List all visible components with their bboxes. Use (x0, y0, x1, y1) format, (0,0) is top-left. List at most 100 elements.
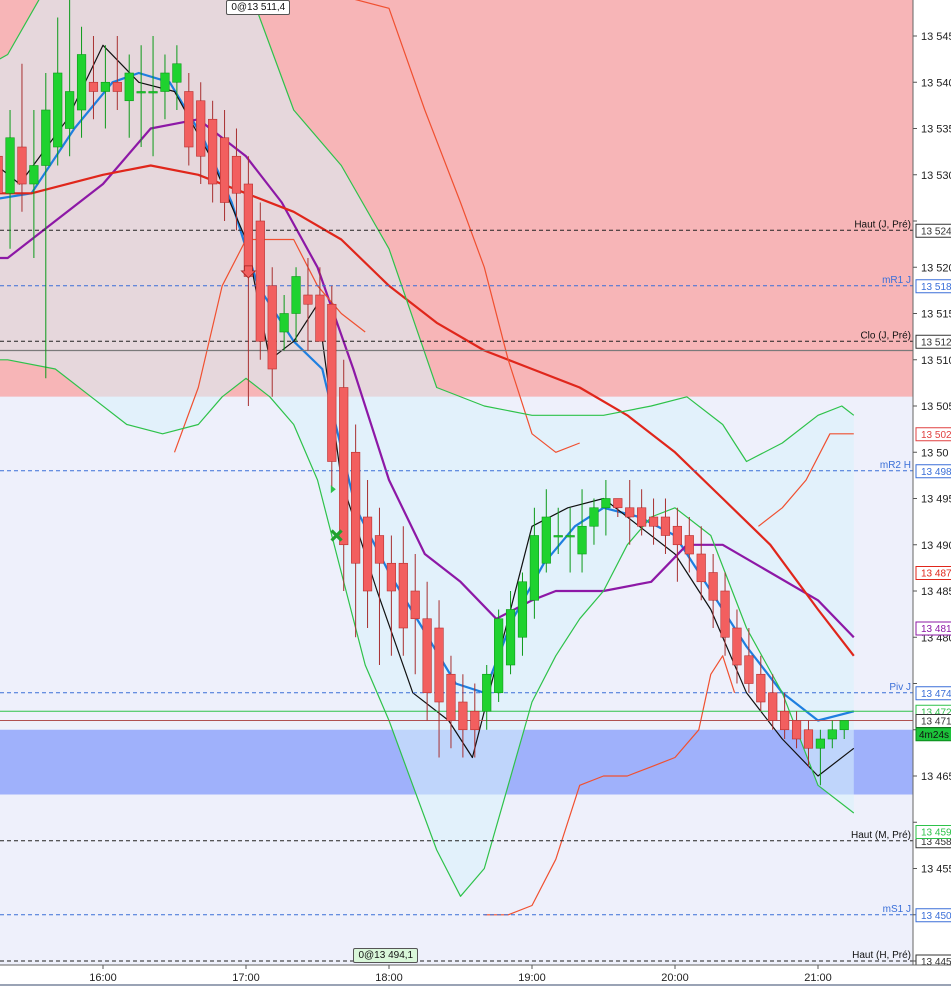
candle-body (732, 627, 742, 666)
candle-body (219, 137, 230, 203)
level-label-7: Piv J (889, 682, 911, 693)
x-tick-label: 19:00 (518, 972, 546, 984)
candle-body (684, 535, 694, 555)
candle-body (208, 118, 218, 185)
candle-body (303, 294, 313, 305)
candle-body (148, 91, 158, 94)
candle-body (541, 516, 551, 564)
price-tag-text: 13 502 (921, 430, 951, 441)
candle-body (815, 738, 825, 749)
y-tick-label: 13 465 (921, 771, 951, 783)
candle-body (613, 498, 623, 509)
y-tick-label: 13 530 (921, 170, 951, 182)
candle-body (803, 729, 814, 749)
candle-body (136, 91, 146, 94)
candle-body (53, 72, 63, 148)
order-annotation-top: 0@13 511,4 (226, 0, 291, 15)
y-tick-label: 13 495 (921, 494, 951, 506)
y-tick-label: 13 545 (921, 31, 951, 43)
price-tag-text: 13 518 (921, 282, 951, 293)
candle-body (112, 81, 122, 92)
candle-body (720, 590, 730, 638)
level-label-13: Haut (H, Pré) (852, 950, 911, 961)
x-tick-label: 21:00 (804, 972, 832, 984)
price-tag-text: 13 481 (921, 624, 951, 635)
candle-body (660, 516, 671, 536)
candle-body (100, 81, 110, 92)
candle-body (708, 572, 718, 601)
y-tick-label: 13 485 (921, 586, 951, 598)
candle-body (422, 618, 432, 694)
candle-body (351, 451, 361, 564)
candle-body (243, 183, 253, 277)
candle-body (791, 720, 802, 740)
y-tick-label: 13 50 (921, 447, 949, 459)
candle-body (601, 498, 611, 509)
candle-body (565, 535, 575, 538)
level-label-1: mR1 J (882, 275, 911, 286)
candle-body (553, 535, 563, 538)
candle-body (124, 72, 134, 102)
price-tag-text: 13 474 (921, 689, 951, 700)
candle-body (184, 91, 194, 148)
candle-body (315, 294, 325, 342)
candle-body (362, 516, 373, 592)
candle-body (517, 581, 528, 638)
candle-body (696, 553, 706, 583)
candle-body (172, 63, 182, 83)
candle-body (231, 155, 242, 194)
candle-body (386, 562, 396, 592)
candle-body (17, 146, 27, 185)
candle-body (410, 590, 420, 620)
candle-body (494, 618, 504, 694)
candle-body (577, 525, 587, 555)
candle-body (434, 627, 444, 703)
y-tick-label: 13 490 (921, 540, 951, 552)
y-tick-label: 13 540 (921, 77, 951, 89)
candle-body (637, 507, 647, 527)
level-label-2: Clo (J, Pré) (860, 330, 911, 341)
candle-body (768, 692, 778, 721)
candle-body (65, 91, 75, 129)
candle-body (291, 276, 301, 314)
x-tick-label: 20:00 (661, 972, 689, 984)
y-tick-label: 13 535 (921, 124, 951, 136)
candle-body (458, 701, 468, 731)
candle-body (446, 673, 456, 721)
candle-body (505, 609, 516, 666)
candle[interactable] (327, 285, 337, 490)
level-label-10: Haut (M, Pré) (851, 830, 911, 841)
y-tick-label: 13 520 (921, 262, 951, 274)
candle-body (374, 535, 385, 564)
candle[interactable] (255, 202, 265, 360)
x-tick-label: 17:00 (232, 972, 260, 984)
candle-body (88, 81, 99, 92)
candle[interactable] (494, 609, 504, 703)
y-tick-label: 13 510 (921, 355, 951, 367)
price-chart[interactable]: Haut (J, Pré) mR1 J Clo (J, Pré) mR2 H Piv J… (0, 0, 951, 989)
candle-body (756, 673, 766, 703)
level-label-0: Haut (J, Pré) (854, 219, 911, 230)
price-tag-text: 13 487 (921, 569, 951, 580)
candle-body (672, 525, 682, 546)
candle-body (267, 285, 277, 370)
candle-body (29, 165, 39, 185)
x-tick-label: 18:00 (375, 972, 403, 984)
candle-body (398, 562, 408, 629)
candle-body (780, 710, 790, 731)
price-tag-text: 13 498 (921, 467, 951, 478)
candle-body (529, 535, 539, 601)
candle-body (589, 507, 599, 527)
countdown-text: 4m24s (919, 730, 949, 741)
price-tag-text: 13 459 (921, 828, 951, 839)
level-label-4: mR2 H (880, 460, 911, 471)
candle-body (196, 100, 206, 157)
level-label-12: mS1 J (883, 904, 911, 915)
candle-body (279, 313, 289, 333)
y-tick-label: 13 505 (921, 401, 951, 413)
y-tick-label: 13 455 (921, 864, 951, 876)
candle-body (839, 720, 849, 731)
candle-body (470, 710, 480, 731)
candle-body (327, 303, 337, 462)
price-tag-text: 13 471 (921, 717, 951, 728)
